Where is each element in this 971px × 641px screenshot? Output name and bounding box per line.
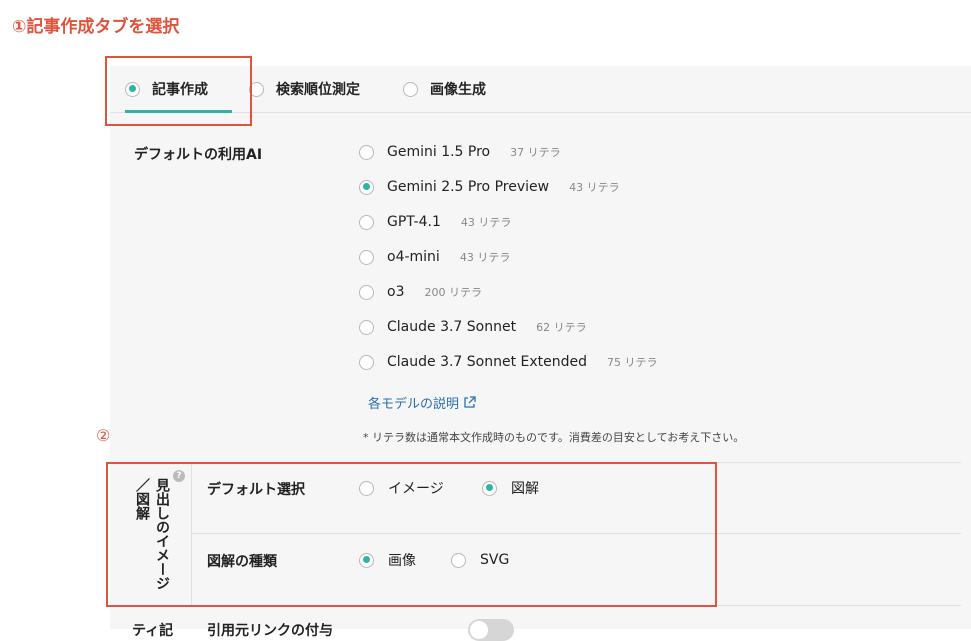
section-label-cutoff: ティ記 (132, 623, 174, 639)
radio-icon (359, 284, 374, 300)
tab-search-ranking[interactable]: 検索順位測定 (249, 66, 360, 112)
model-option-gemini-2-5-pro-preview[interactable]: Gemini 2.5 Pro Preview 43 リテラ (359, 177, 620, 197)
radio-icon (359, 319, 374, 335)
model-name: o4-mini (387, 249, 440, 265)
credit-note: * リテラ数は通常本文作成時のものです。消費差の目安としてお考え下さい。 (363, 431, 745, 444)
radio-icon (359, 144, 374, 160)
radio-icon (359, 354, 374, 370)
annotation-step1: ①記事作成タブを選択 (12, 17, 180, 37)
model-option-gemini-1-5-pro[interactable]: Gemini 1.5 Pro 37 リテラ (359, 142, 561, 162)
radio-icon (359, 214, 374, 230)
model-description-link[interactable]: 各モデルの説明 (368, 393, 476, 412)
annotation-step2: ② (96, 426, 111, 445)
model-name: Claude 3.7 Sonnet (387, 319, 517, 335)
model-name: Claude 3.7 Sonnet Extended (387, 354, 588, 370)
model-option-claude-3-7-sonnet[interactable]: Claude 3.7 Sonnet 62 リテラ (359, 317, 587, 337)
model-name: Gemini 2.5 Pro Preview (387, 179, 550, 195)
citation-link-toggle[interactable] (468, 619, 514, 641)
model-credits: 62 リテラ (536, 321, 587, 334)
model-name: GPT-4.1 (387, 214, 441, 230)
tab-label: 検索順位測定 (276, 82, 360, 98)
radio-icon (359, 179, 374, 195)
external-link-icon (464, 396, 476, 408)
model-option-claude-3-7-sonnet-extended[interactable]: Claude 3.7 Sonnet Extended 75 リテラ (359, 352, 658, 372)
model-name: Gemini 1.5 Pro (387, 144, 491, 160)
radio-icon (359, 249, 374, 265)
model-option-o3[interactable]: o3 200 リテラ (359, 282, 482, 302)
model-option-o4-mini[interactable]: o4-mini 43 リテラ (359, 247, 510, 267)
default-ai-label: デフォルトの利用AI (134, 147, 263, 163)
model-credits: 75 リテラ (607, 356, 658, 369)
radio-icon (403, 81, 418, 97)
model-credits: 43 リテラ (460, 216, 512, 229)
highlight-box-tab (105, 56, 252, 126)
tab-label: 画像生成 (430, 82, 486, 98)
highlight-box-heading-image (106, 462, 717, 607)
tab-image-generation[interactable]: 画像生成 (403, 66, 486, 112)
model-option-gpt-4-1[interactable]: GPT-4.1 43 リテラ (359, 212, 511, 232)
model-credits: 43 リテラ (569, 181, 620, 194)
link-label: 各モデルの説明 (368, 397, 460, 412)
model-credits: 200 リテラ (424, 286, 482, 299)
model-credits: 43 リテラ (459, 251, 511, 264)
model-credits: 37 リテラ (510, 146, 561, 159)
model-name: o3 (387, 284, 405, 300)
citation-link-label: 引用元リンクの付与 (207, 623, 333, 639)
